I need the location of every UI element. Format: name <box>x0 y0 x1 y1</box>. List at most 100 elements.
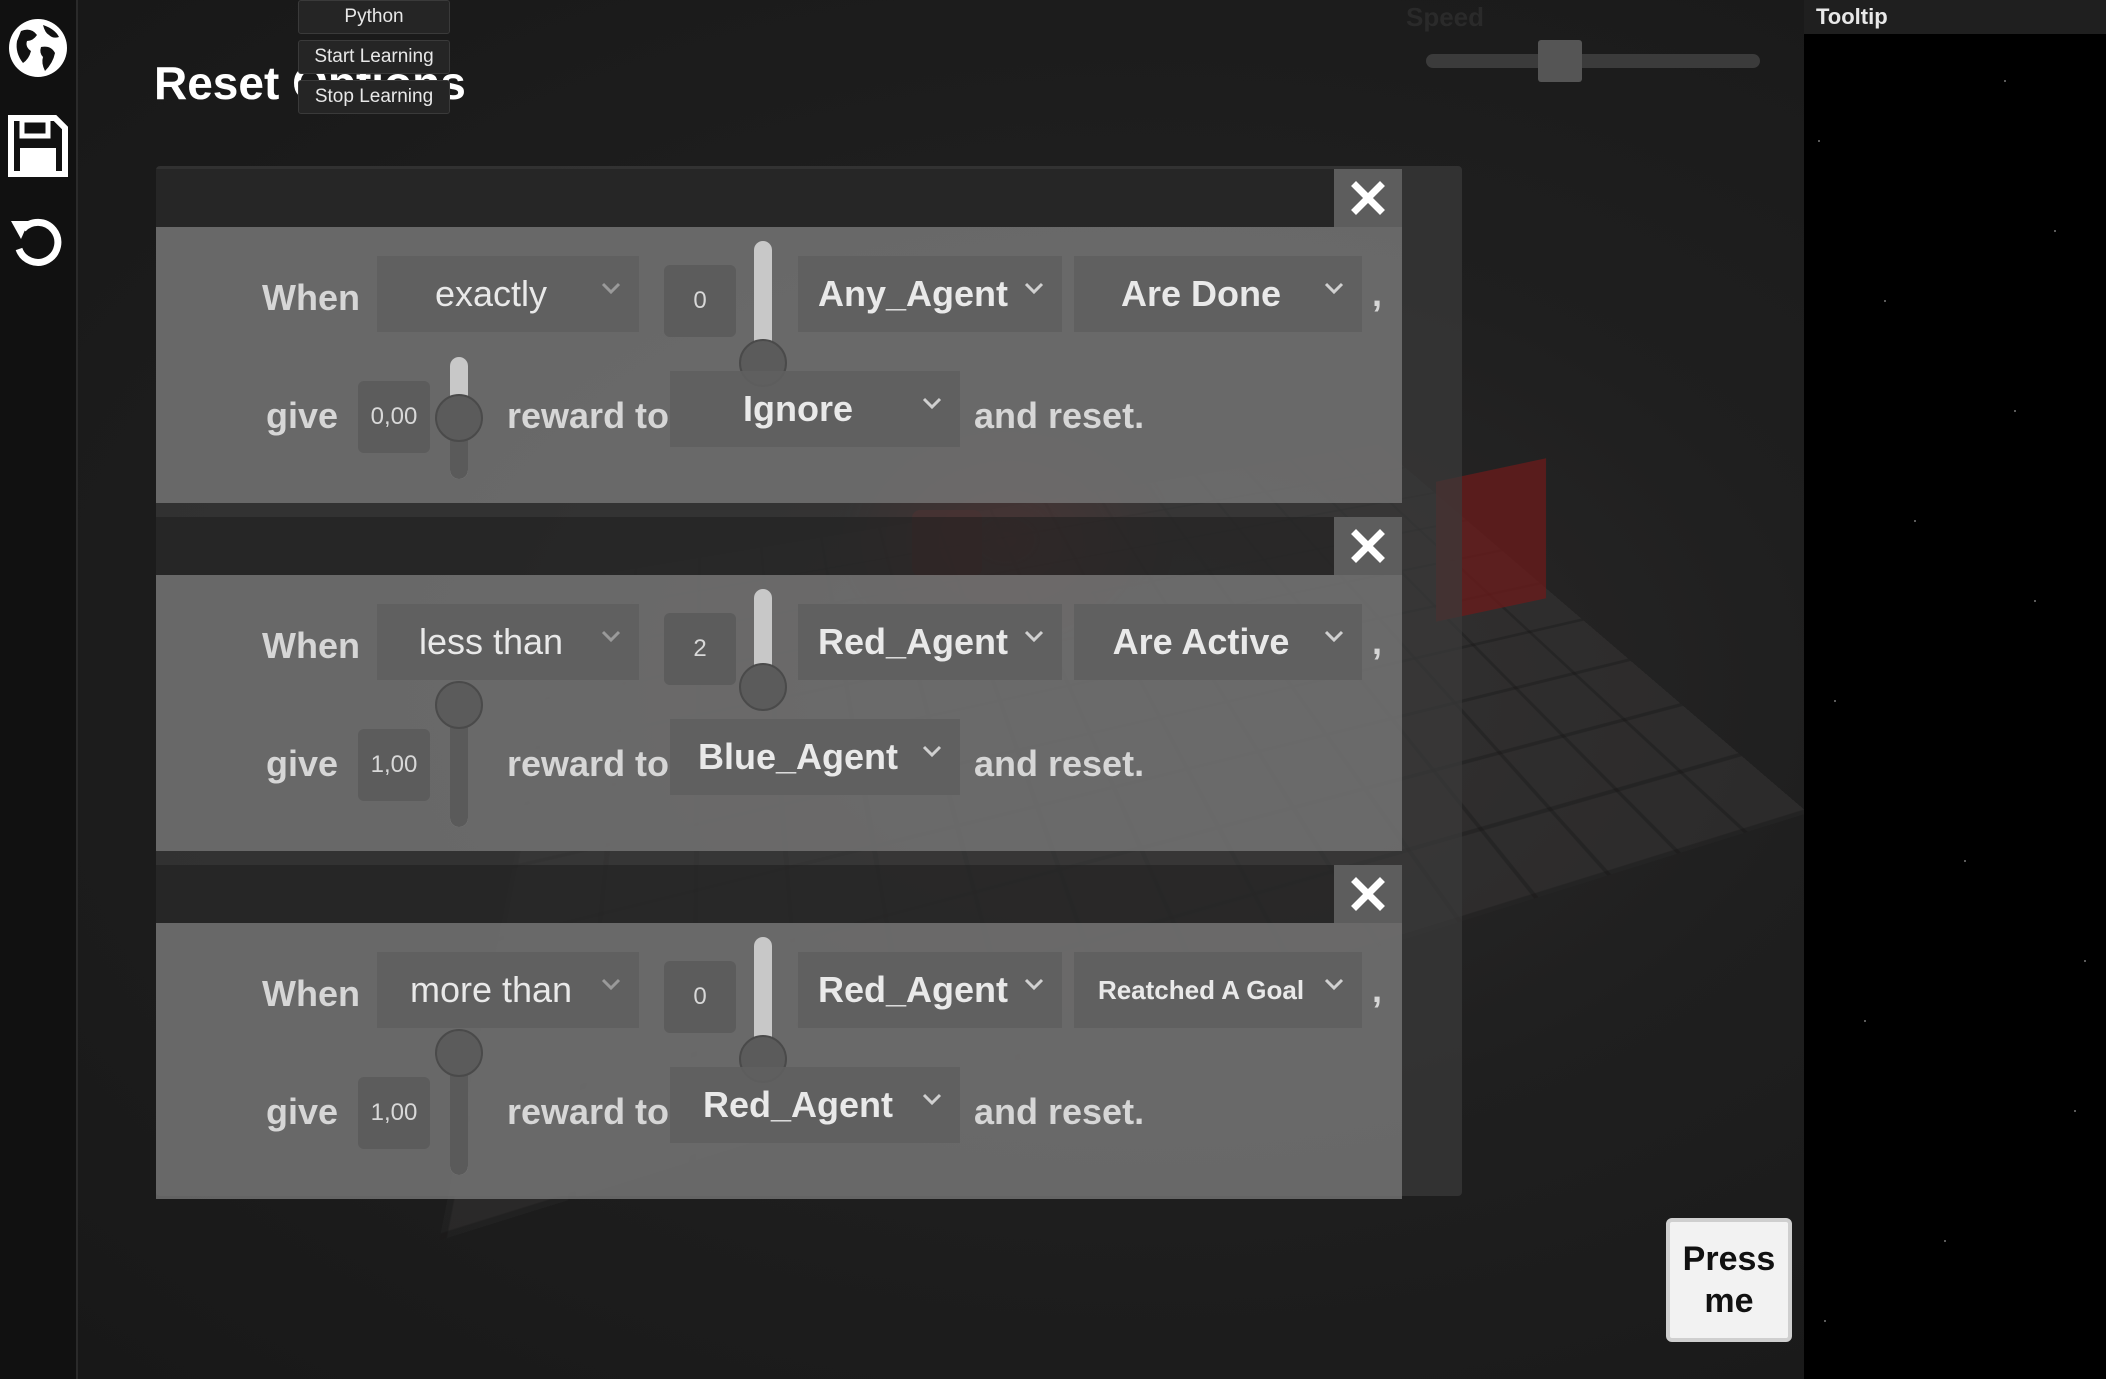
chevron-down-icon <box>1324 630 1344 643</box>
comma-label: , <box>1372 621 1383 662</box>
rule-header <box>156 865 1402 923</box>
give-label: give <box>266 743 339 784</box>
chevron-down-icon <box>1024 282 1044 295</box>
star <box>2084 960 2086 962</box>
remove-rule-button[interactable] <box>1334 517 1402 575</box>
count-slider-knob[interactable] <box>739 662 787 711</box>
reward-input[interactable]: 0,00 <box>358 381 430 453</box>
chevron-down-icon <box>922 745 942 758</box>
star <box>2054 230 2056 232</box>
count-input[interactable]: 0 <box>664 265 736 337</box>
star <box>2074 1110 2076 1112</box>
reward-input[interactable]: 1,00 <box>358 1077 430 1149</box>
give-label: give <box>266 1091 339 1132</box>
and-reset-label: and reset. <box>974 395 1145 436</box>
target-value: Red_Agent <box>702 1084 894 1125</box>
reward-to-label: reward to <box>507 743 670 784</box>
star <box>1884 300 1886 302</box>
count-input[interactable]: 0 <box>664 961 736 1033</box>
give-label: give <box>266 395 339 436</box>
press-me-button[interactable]: Press me <box>1666 1218 1792 1342</box>
agent-dropdown[interactable]: Red_Agent <box>798 952 1062 1028</box>
star <box>2034 600 2036 602</box>
condition-value: Reatched A Goal <box>1097 974 1305 1005</box>
when-label: When <box>262 973 360 1014</box>
condition-value: Are Done <box>1120 273 1282 314</box>
agent-value: Red_Agent <box>817 621 1009 662</box>
when-label: When <box>262 625 360 666</box>
rule-row: When more than 0 Red_Agent Reatched A Go… <box>156 923 1402 1199</box>
speed-label: Speed <box>1406 2 1485 32</box>
star <box>1964 860 1966 862</box>
tooltip-panel: Tooltip <box>1804 0 2106 1379</box>
and-reset-label: and reset. <box>974 1091 1145 1132</box>
chevron-down-icon <box>922 397 942 410</box>
undo-icon[interactable] <box>4 208 72 276</box>
tool-sidebar <box>0 0 78 1379</box>
target-dropdown[interactable]: Ignore <box>670 371 960 447</box>
save-icon[interactable] <box>4 112 72 180</box>
stop-learning-button[interactable]: Stop Learning <box>298 80 450 114</box>
reward-to-label: reward to <box>507 395 670 436</box>
star <box>2004 80 2006 82</box>
chevron-down-icon <box>1024 630 1044 643</box>
reward-slider-knob[interactable] <box>435 1029 483 1077</box>
python-menu: Python Start Learning Stop Learning <box>298 0 450 120</box>
reward-input[interactable]: 1,00 <box>358 729 430 801</box>
condition-dropdown[interactable]: Are Active <box>1074 604 1362 680</box>
comparator-value: less than <box>418 621 564 662</box>
star <box>1818 140 1820 142</box>
chevron-down-icon <box>601 282 621 295</box>
condition-dropdown[interactable]: Are Done <box>1074 256 1362 332</box>
condition-value: Are Active <box>1112 621 1290 662</box>
rule-row: When less than 2 Red_Agent Are Active , … <box>156 575 1402 851</box>
chevron-down-icon <box>1324 282 1344 295</box>
comparator-dropdown[interactable]: more than <box>377 952 639 1028</box>
rule-row: When exactly 0 Any_Agent Are Done , give… <box>156 227 1402 503</box>
target-dropdown[interactable]: Blue_Agent <box>670 719 960 795</box>
reset-options-panel: When exactly 0 Any_Agent Are Done , give… <box>156 166 1462 1199</box>
chevron-down-icon <box>1024 978 1044 991</box>
count-input[interactable]: 2 <box>664 613 736 685</box>
condition-dropdown[interactable]: Reatched A Goal <box>1074 952 1362 1028</box>
python-menu-title[interactable]: Python <box>298 0 450 34</box>
close-icon <box>1351 181 1385 215</box>
comparator-value: more than <box>409 969 573 1010</box>
remove-rule-button[interactable] <box>1334 865 1402 923</box>
target-value: Ignore <box>742 388 853 429</box>
star <box>1834 700 1836 702</box>
globe-icon[interactable] <box>4 14 72 82</box>
start-learning-button[interactable]: Start Learning <box>298 40 450 74</box>
chevron-down-icon <box>1324 978 1344 991</box>
star <box>1914 520 1916 522</box>
remove-rule-button[interactable] <box>1334 169 1402 227</box>
reward-slider-knob[interactable] <box>435 394 483 442</box>
chevron-down-icon <box>601 630 621 643</box>
reward-slider-knob[interactable] <box>435 681 483 729</box>
reward-to-label: reward to <box>507 1091 670 1132</box>
comparator-value: exactly <box>434 273 548 314</box>
speed-slider-handle[interactable] <box>1537 40 1582 82</box>
agent-value: Any_Agent <box>817 273 1009 314</box>
rule-header <box>156 517 1402 575</box>
comma-label: , <box>1372 273 1383 314</box>
close-icon <box>1351 529 1385 563</box>
agent-dropdown[interactable]: Any_Agent <box>798 256 1062 332</box>
comparator-dropdown[interactable]: less than <box>377 604 639 680</box>
chevron-down-icon <box>601 978 621 991</box>
star <box>1864 1020 1866 1022</box>
chevron-down-icon <box>922 1093 942 1106</box>
close-icon <box>1351 877 1385 911</box>
and-reset-label: and reset. <box>974 743 1145 784</box>
agent-value: Red_Agent <box>817 969 1009 1010</box>
rule-header <box>156 169 1402 227</box>
star <box>1824 1320 1826 1322</box>
star <box>1944 1240 1946 1242</box>
comma-label: , <box>1372 969 1383 1010</box>
tooltip-title: Tooltip <box>1804 0 2106 34</box>
agent-dropdown[interactable]: Red_Agent <box>798 604 1062 680</box>
comparator-dropdown[interactable]: exactly <box>377 256 639 332</box>
target-dropdown[interactable]: Red_Agent <box>670 1067 960 1143</box>
speed-slider-track[interactable] <box>1426 54 1760 68</box>
target-value: Blue_Agent <box>697 736 899 777</box>
